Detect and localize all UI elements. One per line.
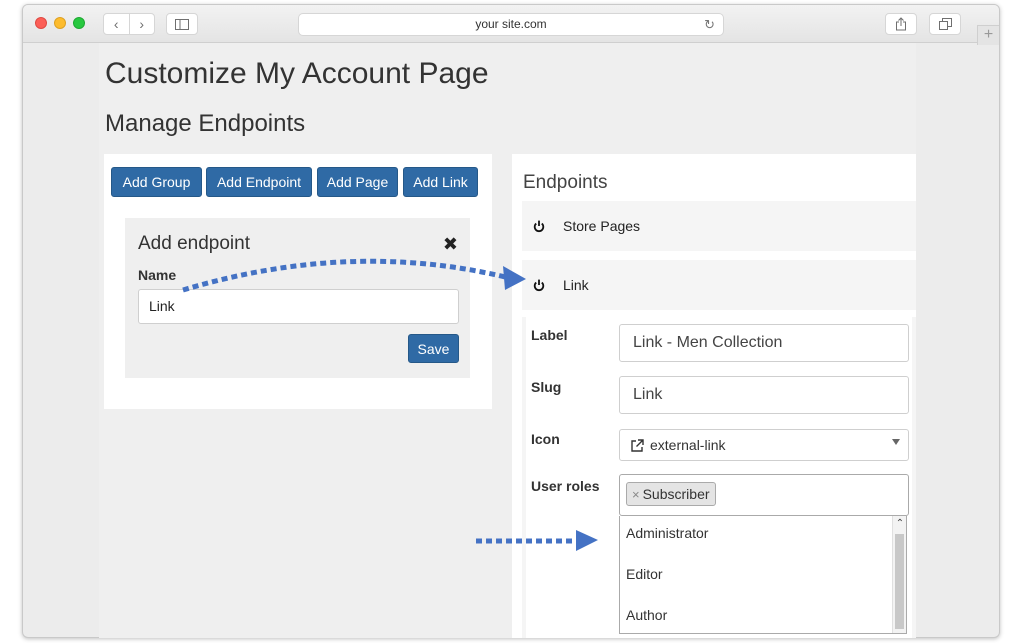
close-icon[interactable]: ✖: [443, 234, 458, 255]
role-tag-subscriber: × Subscriber: [626, 482, 716, 506]
name-input[interactable]: Link: [138, 289, 459, 324]
address-bar[interactable]: your site.com ↻: [298, 13, 724, 36]
icon-select[interactable]: external-link: [619, 429, 909, 461]
new-tab-button[interactable]: +: [977, 25, 999, 45]
endpoint-item-link[interactable]: Link: [522, 260, 916, 310]
user-roles-dropdown: Administrator Editor Author ⌃: [619, 516, 907, 634]
share-icon: [896, 17, 906, 31]
dropdown-scrollbar[interactable]: ⌃: [892, 516, 906, 633]
close-window-button[interactable]: [35, 17, 47, 29]
power-icon: [533, 279, 547, 292]
user-roles-label: User roles: [531, 478, 600, 494]
save-button[interactable]: Save: [408, 334, 459, 363]
sidebar-toggle-button[interactable]: [166, 13, 198, 35]
add-endpoint-form: Add endpoint ✖ Name Link Save: [125, 218, 470, 378]
endpoint-item-store-pages[interactable]: Store Pages: [522, 201, 916, 251]
add-endpoint-button[interactable]: Add Endpoint: [206, 167, 312, 197]
slug-field-label: Slug: [531, 379, 562, 395]
endpoint-details: Label Link - Men Collection Slug Link Ic…: [522, 317, 916, 638]
show-tabs-button[interactable]: [929, 13, 961, 35]
endpoint-settings-form: Label Link - Men Collection Slug Link Ic…: [526, 317, 912, 638]
forward-arrow-icon[interactable]: ›: [130, 14, 155, 34]
role-tag-label: Subscriber: [642, 486, 710, 502]
scroll-thumb[interactable]: [895, 534, 904, 629]
user-roles-select[interactable]: × Subscriber: [619, 474, 909, 516]
section-title: Manage Endpoints: [105, 110, 306, 137]
add-panel: Add Group Add Endpoint Add Page Add Link…: [104, 154, 492, 409]
remove-tag-icon[interactable]: ×: [632, 487, 640, 502]
page-title: Customize My Account Page: [105, 57, 489, 90]
slug-input[interactable]: Link: [619, 376, 909, 414]
role-option-editor[interactable]: Editor: [626, 566, 663, 582]
tabs-icon: [938, 18, 952, 30]
endpoint-label: Link: [563, 277, 589, 293]
add-page-button[interactable]: Add Page: [317, 167, 398, 197]
icon-field-label: Icon: [531, 431, 560, 447]
back-arrow-icon[interactable]: ‹: [104, 14, 129, 34]
url-text: your site.com: [475, 17, 547, 31]
add-link-button[interactable]: Add Link: [403, 167, 478, 197]
form-title: Add endpoint: [138, 233, 250, 254]
minimize-window-button[interactable]: [54, 17, 66, 29]
add-group-button[interactable]: Add Group: [111, 167, 202, 197]
chevron-down-icon: [892, 439, 900, 445]
external-link-icon: [631, 438, 644, 452]
endpoints-heading: Endpoints: [523, 172, 608, 193]
reload-icon[interactable]: ↻: [704, 14, 715, 35]
scroll-up-icon[interactable]: ⌃: [893, 516, 907, 532]
label-field-label: Label: [531, 327, 568, 343]
share-button[interactable]: [885, 13, 917, 35]
navigation-buttons: ‹ ›: [103, 13, 155, 35]
role-option-author[interactable]: Author: [626, 607, 667, 623]
endpoint-label: Store Pages: [563, 218, 641, 234]
page-content: Customize My Account Page Manage Endpoin…: [99, 43, 916, 638]
power-icon: [533, 220, 547, 233]
role-option-administrator[interactable]: Administrator: [626, 525, 708, 541]
icon-select-value: external-link: [650, 437, 726, 453]
browser-toolbar: ‹ › your site.com ↻ +: [23, 5, 999, 45]
sidebar-icon: [175, 18, 189, 30]
label-input[interactable]: Link - Men Collection: [619, 324, 909, 362]
endpoints-panel: Endpoints Store Pages Link Label Link - …: [512, 154, 916, 638]
maximize-window-button[interactable]: [73, 17, 85, 29]
name-label: Name: [138, 267, 177, 283]
